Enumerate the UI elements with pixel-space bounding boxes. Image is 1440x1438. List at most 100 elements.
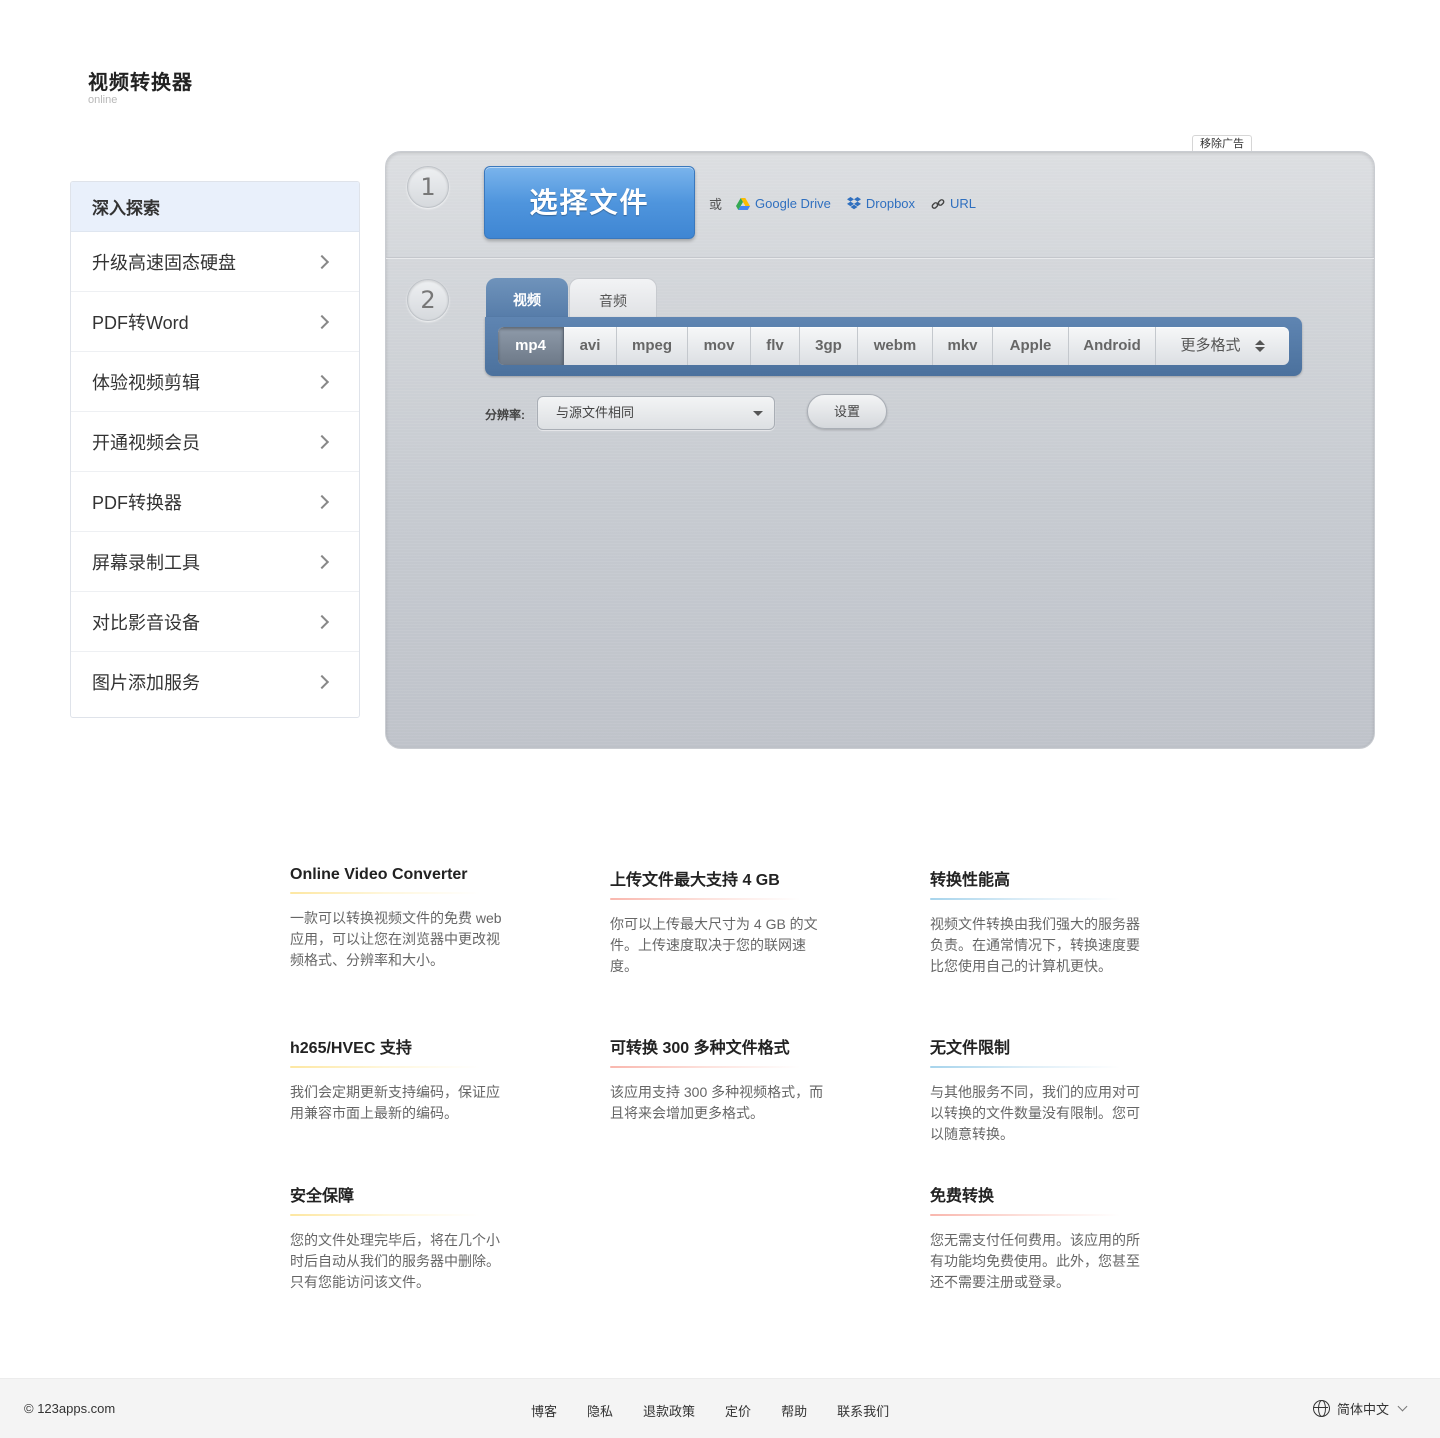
sidebar-item-pdf-to-word[interactable]: PDF转Word	[71, 292, 359, 352]
link-icon	[931, 198, 945, 209]
sidebar-item-video-membership[interactable]: 开通视频会员	[71, 412, 359, 472]
footer: © 123apps.com 博客 隐私 退款政策 定价 帮助 联系我们 简体中文	[0, 1378, 1440, 1438]
format-apple[interactable]: Apple	[993, 327, 1069, 365]
feature-no-limits: 无文件限制 与其他服务不同，我们的应用对可以转换的文件数量没有限制。您可以随意转…	[930, 1034, 1155, 1145]
feature-free: 免费转换 您无需支付任何费用。该应用的所有功能均免费使用。此外，您甚至还不需要注…	[930, 1182, 1155, 1293]
footer-link-refund[interactable]: 退款政策	[643, 1401, 695, 1420]
sidebar-item-label: 开通视频会员	[92, 432, 200, 453]
format-mpeg[interactable]: mpeg	[617, 327, 688, 365]
copyright: © 123apps.com	[24, 1401, 116, 1416]
url-link[interactable]: URL	[931, 196, 976, 211]
dropbox-icon	[846, 197, 861, 210]
format-android[interactable]: Android	[1069, 327, 1156, 365]
feature-300-formats: 可转换 300 多种文件格式 该应用支持 300 多种视频格式，而且将来会增加更…	[610, 1034, 835, 1124]
feature-title: Online Video Converter	[290, 866, 468, 883]
sidebar-item-label: 对比影音设备	[92, 612, 200, 633]
feature-underline	[930, 1066, 1120, 1068]
language-selector[interactable]: 简体中文	[1313, 1399, 1408, 1418]
sidebar-item-pdf-converter[interactable]: PDF转换器	[71, 472, 359, 532]
feature-text: 一款可以转换视频文件的免费 web 应用，可以让您在浏览器中更改视频格式、分辨率…	[290, 910, 502, 968]
sidebar-item-label: 升级高速固态硬盘	[92, 252, 236, 273]
format-mp4[interactable]: mp4	[498, 327, 564, 365]
resolution-label: 分辨率:	[485, 408, 525, 422]
format-webm[interactable]: webm	[858, 327, 933, 365]
google-drive-icon	[736, 197, 751, 210]
feature-underline	[290, 892, 480, 894]
dropbox-link[interactable]: Dropbox	[846, 196, 916, 211]
footer-link-blog[interactable]: 博客	[531, 1401, 557, 1420]
sidebar-item-av-devices[interactable]: 对比影音设备	[71, 592, 359, 652]
feature-text: 您无需支付任何费用。该应用的所有功能均免费使用。此外，您甚至还不需要注册或登录。	[930, 1232, 1140, 1290]
sidebar-heading: 深入探索	[71, 182, 359, 232]
feature-underline	[610, 898, 800, 900]
more-formats-select[interactable]: 更多格式	[1156, 327, 1289, 365]
feature-title: 可转换 300 多种文件格式	[610, 1040, 790, 1057]
feature-text: 该应用支持 300 多种视频格式，而且将来会增加更多格式。	[610, 1084, 824, 1121]
feature-title: 转换性能高	[930, 872, 1011, 889]
feature-text: 我们会定期更新支持编码，保证应用兼容市面上最新的编码。	[290, 1084, 500, 1121]
dropbox-label: Dropbox	[865, 196, 916, 211]
sidebar-item-label: 屏幕录制工具	[92, 552, 200, 573]
feature-text: 你可以上传最大尺寸为 4 GB 的文件。上传速度取决于您的联网速度。	[610, 916, 818, 974]
chevron-down-icon	[1397, 1401, 1408, 1412]
footer-link-contact[interactable]: 联系我们	[837, 1401, 889, 1420]
feature-underline	[290, 1214, 480, 1216]
tab-video[interactable]: 视频	[486, 278, 568, 320]
language-label: 简体中文	[1337, 1402, 1390, 1417]
feature-title: 安全保障	[290, 1188, 355, 1205]
file-sources: 或 Google Drive Dropbox URL	[709, 194, 992, 213]
chevron-right-icon	[314, 314, 330, 329]
google-drive-link[interactable]: Google Drive	[736, 196, 831, 211]
panel-divider	[386, 257, 1374, 259]
footer-links: 博客 隐私 退款政策 定价 帮助 联系我们	[531, 1401, 919, 1420]
format-mkv[interactable]: mkv	[933, 327, 993, 365]
feature-h265: h265/HVEC 支持 我们会定期更新支持编码，保证应用兼容市面上最新的编码。	[290, 1034, 515, 1124]
sidebar-item-label: 体验视频剪辑	[92, 372, 200, 393]
step-2-badge: 2	[407, 279, 449, 321]
sort-updown-icon	[1254, 339, 1265, 353]
feature-text: 与其他服务不同，我们的应用对可以转换的文件数量没有限制。您可以随意转换。	[930, 1084, 1140, 1142]
site-logo[interactable]: 视频转换器 online	[88, 66, 193, 106]
chevron-right-icon	[314, 674, 330, 690]
sidebar-item-label: PDF转换器	[92, 492, 182, 513]
feature-title: 无文件限制	[930, 1040, 1011, 1057]
format-avi[interactable]: avi	[564, 327, 617, 365]
feature-title: 免费转换	[930, 1188, 995, 1205]
format-flv[interactable]: flv	[751, 327, 800, 365]
format-3gp[interactable]: 3gp	[800, 327, 858, 365]
feature-title: 上传文件最大支持 4 GB	[610, 872, 780, 889]
resolution-select[interactable]: 与源文件相同	[537, 396, 775, 430]
feature-underline	[610, 1066, 800, 1068]
sidebar-item-label: 图片添加服务	[92, 673, 200, 693]
converter-panel: 1 选择文件 或 Google Drive Dropbox URL 2 音频 视…	[385, 151, 1375, 749]
step-1-badge: 1	[407, 166, 449, 208]
footer-link-pricing[interactable]: 定价	[725, 1401, 751, 1420]
resolution-value: 与源文件相同	[556, 405, 635, 420]
feature-text: 您的文件处理完毕后，将在几个小时后自动从我们的服务器中删除。只有您能访问该文件。	[290, 1232, 500, 1290]
chevron-right-icon	[314, 374, 330, 389]
more-formats-label: 更多格式	[1180, 337, 1241, 354]
globe-icon	[1313, 1400, 1330, 1417]
chevron-right-icon	[314, 494, 330, 509]
sidebar-item-image-service[interactable]: 图片添加服务	[71, 652, 359, 712]
sidebar-item-screen-recorder[interactable]: 屏幕录制工具	[71, 532, 359, 592]
sidebar-item-ssd[interactable]: 升级高速固态硬盘	[71, 232, 359, 292]
footer-link-help[interactable]: 帮助	[781, 1401, 807, 1420]
feature-underline	[290, 1066, 480, 1068]
or-label: 或	[709, 197, 723, 212]
feature-underline	[930, 1214, 1120, 1216]
chevron-right-icon	[314, 554, 330, 569]
tab-audio[interactable]: 音频	[569, 278, 657, 320]
caret-down-icon	[753, 411, 763, 416]
explore-sidebar: 深入探索 升级高速固态硬盘 PDF转Word 体验视频剪辑 开通视频会员 PDF…	[70, 181, 360, 718]
logo-subtitle: online	[88, 94, 118, 106]
choose-file-button[interactable]: 选择文件	[484, 166, 695, 239]
logo-title: 视频转换器	[88, 72, 193, 94]
google-drive-label: Google Drive	[755, 196, 831, 211]
format-list: mp4 avi mpeg mov flv 3gp webm mkv Apple …	[498, 327, 1289, 365]
format-mov[interactable]: mov	[688, 327, 751, 365]
url-label: URL	[950, 196, 977, 211]
footer-link-privacy[interactable]: 隐私	[587, 1401, 613, 1420]
sidebar-item-video-editing[interactable]: 体验视频剪辑	[71, 352, 359, 412]
settings-button[interactable]: 设置	[807, 394, 887, 429]
